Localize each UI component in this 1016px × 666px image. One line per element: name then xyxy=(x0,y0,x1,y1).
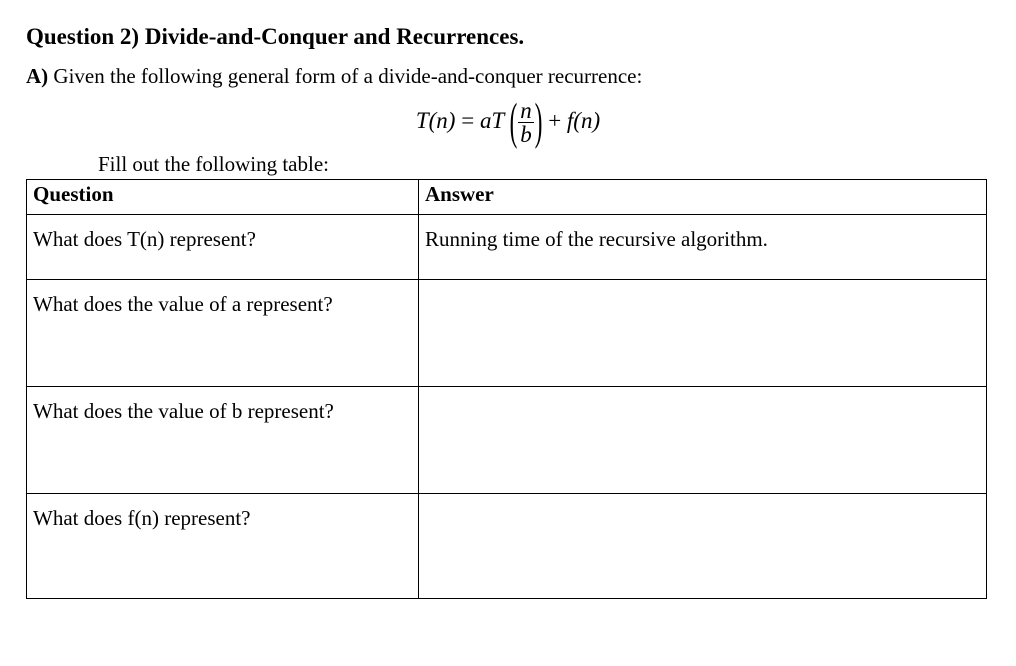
eq-lparen: ( xyxy=(510,96,518,147)
eq-den: b xyxy=(518,123,534,146)
eq-equals: = xyxy=(455,108,479,133)
fill-instruction: Fill out the following table: xyxy=(98,152,990,177)
eq-f: f(n) xyxy=(567,108,600,133)
eq-plus: + xyxy=(542,108,566,133)
cell-answer xyxy=(419,494,987,599)
cell-question: What does f(n) represent? xyxy=(27,494,419,599)
cell-question: What does T(n) represent? xyxy=(27,215,419,280)
question-title: Question 2) Divide-and-Conquer and Recur… xyxy=(26,24,990,50)
recurrence-equation: T(n) = aT (nb) + f(n) xyxy=(26,99,990,146)
part-a-label: A) xyxy=(26,64,48,88)
part-a-text: Given the following general form of a di… xyxy=(48,64,642,88)
table-row: What does the value of b represent? xyxy=(27,387,987,494)
table-row: What does f(n) represent? xyxy=(27,494,987,599)
header-answer: Answer xyxy=(419,180,987,215)
eq-a: aT xyxy=(480,108,510,133)
cell-question: What does the value of a represent? xyxy=(27,280,419,387)
part-a-line: A) Given the following general form of a… xyxy=(26,64,990,89)
cell-question: What does the value of b represent? xyxy=(27,387,419,494)
table-row: What does T(n) represent? Running time o… xyxy=(27,215,987,280)
eq-fraction: nb xyxy=(518,99,534,146)
table-row: What does the value of a represent? xyxy=(27,280,987,387)
eq-lhs: T(n) xyxy=(416,108,456,133)
table-header-row: Question Answer xyxy=(27,180,987,215)
eq-num: n xyxy=(518,99,534,123)
answer-table: Question Answer What does T(n) represent… xyxy=(26,179,987,599)
cell-answer xyxy=(419,387,987,494)
header-question: Question xyxy=(27,180,419,215)
eq-rparen: ) xyxy=(535,96,543,147)
cell-answer xyxy=(419,280,987,387)
cell-answer: Running time of the recursive algorithm. xyxy=(419,215,987,280)
